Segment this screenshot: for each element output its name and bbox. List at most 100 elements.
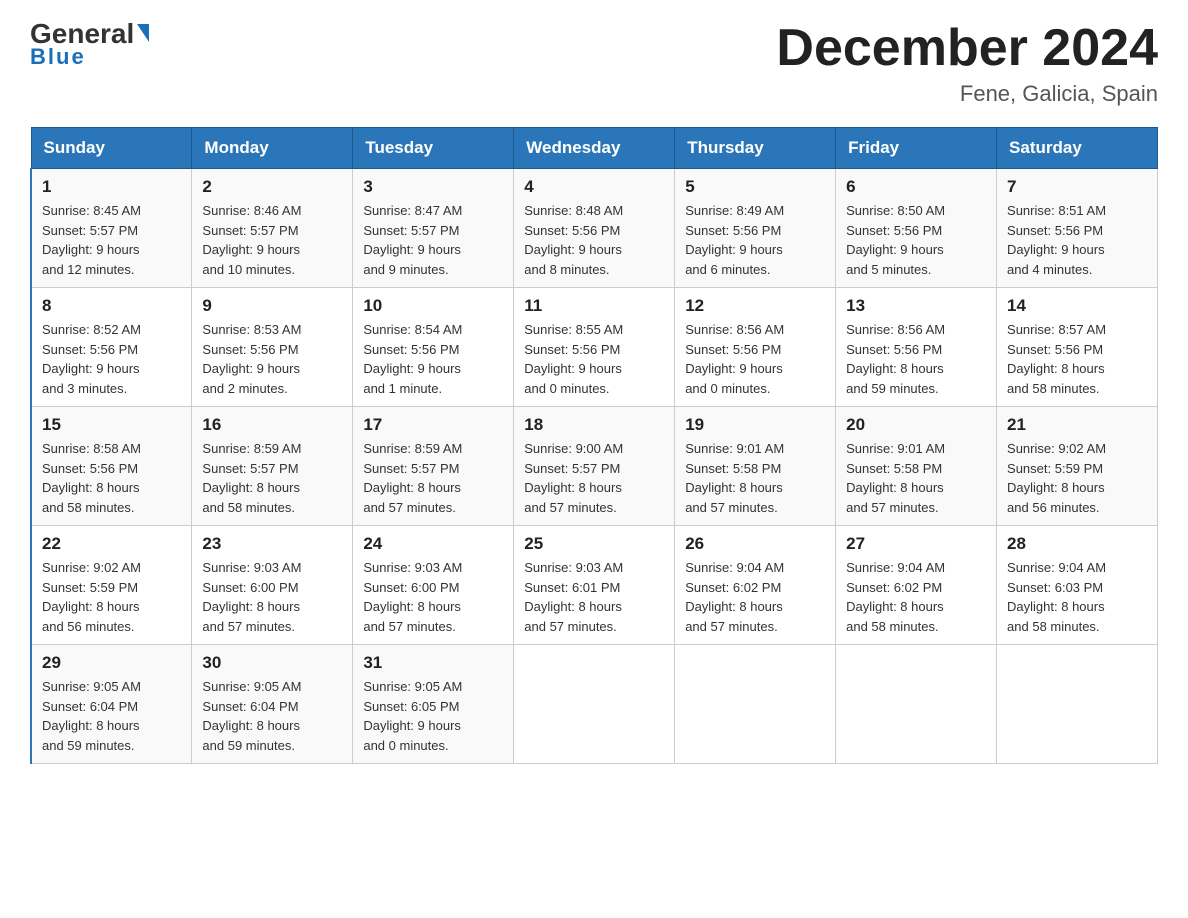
day-number: 27 [846,534,986,554]
day-number: 5 [685,177,825,197]
day-info: Sunrise: 8:56 AMSunset: 5:56 PMDaylight:… [685,320,825,398]
logo-blue: Blue [30,44,86,70]
day-info: Sunrise: 9:03 AMSunset: 6:00 PMDaylight:… [202,558,342,636]
weekday-header-wednesday: Wednesday [514,128,675,169]
day-number: 10 [363,296,503,316]
day-info: Sunrise: 9:05 AMSunset: 6:05 PMDaylight:… [363,677,503,755]
calendar-cell [997,645,1158,764]
day-info: Sunrise: 9:01 AMSunset: 5:58 PMDaylight:… [846,439,986,517]
day-number: 17 [363,415,503,435]
calendar-cell: 19 Sunrise: 9:01 AMSunset: 5:58 PMDayligh… [675,407,836,526]
day-info: Sunrise: 8:46 AMSunset: 5:57 PMDaylight:… [202,201,342,279]
day-number: 2 [202,177,342,197]
week-row-4: 22 Sunrise: 9:02 AMSunset: 5:59 PMDayligh… [31,526,1158,645]
calendar-cell: 10Sunrise: 8:54 AMSunset: 5:56 PMDayligh… [353,288,514,407]
calendar-table: SundayMondayTuesdayWednesdayThursdayFrid… [30,127,1158,764]
day-number: 28 [1007,534,1147,554]
logo-triangle-icon [137,24,149,42]
calendar-cell: 26Sunrise: 9:04 AMSunset: 6:02 PMDayligh… [675,526,836,645]
day-info: Sunrise: 8:59 AMSunset: 5:57 PMDaylight:… [202,439,342,517]
weekday-header-sunday: Sunday [31,128,192,169]
day-number: 12 [685,296,825,316]
calendar-cell: 15 Sunrise: 8:58 AMSunset: 5:56 PMDayligh… [31,407,192,526]
day-info: Sunrise: 8:49 AMSunset: 5:56 PMDaylight:… [685,201,825,279]
day-number: 21 [1007,415,1147,435]
calendar-cell: 27Sunrise: 9:04 AMSunset: 6:02 PMDayligh… [836,526,997,645]
day-number: 24 [363,534,503,554]
day-number: 11 [524,296,664,316]
day-number: 6 [846,177,986,197]
calendar-cell [675,645,836,764]
title-block: December 2024 Fene, Galicia, Spain [776,20,1158,107]
day-info: Sunrise: 8:55 AMSunset: 5:56 PMDaylight:… [524,320,664,398]
calendar-cell: 8 Sunrise: 8:52 AMSunset: 5:56 PMDaylight… [31,288,192,407]
calendar-cell: 23 Sunrise: 9:03 AMSunset: 6:00 PMDayligh… [192,526,353,645]
calendar-cell: 22 Sunrise: 9:02 AMSunset: 5:59 PMDayligh… [31,526,192,645]
day-number: 19 [685,415,825,435]
calendar-cell: 30Sunrise: 9:05 AMSunset: 6:04 PMDayligh… [192,645,353,764]
logo: General Blue [30,20,149,70]
weekday-header-row: SundayMondayTuesdayWednesdayThursdayFrid… [31,128,1158,169]
day-info: Sunrise: 8:57 AMSunset: 5:56 PMDaylight:… [1007,320,1147,398]
day-info: Sunrise: 8:45 AMSunset: 5:57 PMDaylight:… [42,201,181,279]
day-number: 29 [42,653,181,673]
day-info: Sunrise: 9:02 AMSunset: 5:59 PMDaylight:… [42,558,181,636]
day-info: Sunrise: 9:01 AMSunset: 5:58 PMDaylight:… [685,439,825,517]
weekday-header-tuesday: Tuesday [353,128,514,169]
month-title: December 2024 [776,20,1158,77]
day-info: Sunrise: 8:58 AMSunset: 5:56 PMDaylight:… [42,439,181,517]
week-row-5: 29 Sunrise: 9:05 AMSunset: 6:04 PMDayligh… [31,645,1158,764]
day-number: 7 [1007,177,1147,197]
day-info: Sunrise: 8:51 AMSunset: 5:56 PMDaylight:… [1007,201,1147,279]
day-info: Sunrise: 8:56 AMSunset: 5:56 PMDaylight:… [846,320,986,398]
week-row-3: 15 Sunrise: 8:58 AMSunset: 5:56 PMDayligh… [31,407,1158,526]
weekday-header-thursday: Thursday [675,128,836,169]
day-info: Sunrise: 9:00 AMSunset: 5:57 PMDaylight:… [524,439,664,517]
day-number: 15 [42,415,181,435]
calendar-cell: 3Sunrise: 8:47 AMSunset: 5:57 PMDaylight… [353,169,514,288]
day-info: Sunrise: 9:04 AMSunset: 6:03 PMDaylight:… [1007,558,1147,636]
page-header: General Blue December 2024 Fene, Galicia… [30,20,1158,107]
calendar-cell: 1 Sunrise: 8:45 AMSunset: 5:57 PMDaylight… [31,169,192,288]
calendar-cell [514,645,675,764]
calendar-cell: 16Sunrise: 8:59 AMSunset: 5:57 PMDayligh… [192,407,353,526]
day-info: Sunrise: 8:52 AMSunset: 5:56 PMDaylight:… [42,320,181,398]
day-number: 31 [363,653,503,673]
calendar-cell: 24 Sunrise: 9:03 AMSunset: 6:00 PMDayligh… [353,526,514,645]
day-number: 18 [524,415,664,435]
calendar-cell: 25Sunrise: 9:03 AMSunset: 6:01 PMDayligh… [514,526,675,645]
calendar-cell: 29 Sunrise: 9:05 AMSunset: 6:04 PMDayligh… [31,645,192,764]
day-info: Sunrise: 9:05 AMSunset: 6:04 PMDaylight:… [202,677,342,755]
day-number: 23 [202,534,342,554]
week-row-1: 1 Sunrise: 8:45 AMSunset: 5:57 PMDaylight… [31,169,1158,288]
calendar-cell: 6Sunrise: 8:50 AMSunset: 5:56 PMDaylight… [836,169,997,288]
day-number: 9 [202,296,342,316]
day-info: Sunrise: 9:04 AMSunset: 6:02 PMDaylight:… [685,558,825,636]
day-number: 1 [42,177,181,197]
calendar-cell: 14 Sunrise: 8:57 AMSunset: 5:56 PMDayligh… [997,288,1158,407]
day-info: Sunrise: 9:05 AMSunset: 6:04 PMDaylight:… [42,677,181,755]
calendar-cell: 31 Sunrise: 9:05 AMSunset: 6:05 PMDayligh… [353,645,514,764]
day-number: 20 [846,415,986,435]
day-info: Sunrise: 9:03 AMSunset: 6:00 PMDaylight:… [363,558,503,636]
calendar-cell: 13 Sunrise: 8:56 AMSunset: 5:56 PMDayligh… [836,288,997,407]
day-info: Sunrise: 8:59 AMSunset: 5:57 PMDaylight:… [363,439,503,517]
calendar-cell: 21 Sunrise: 9:02 AMSunset: 5:59 PMDayligh… [997,407,1158,526]
calendar-cell: 5 Sunrise: 8:49 AMSunset: 5:56 PMDaylight… [675,169,836,288]
calendar-cell: 4Sunrise: 8:48 AMSunset: 5:56 PMDaylight… [514,169,675,288]
day-number: 4 [524,177,664,197]
day-number: 13 [846,296,986,316]
day-info: Sunrise: 8:53 AMSunset: 5:56 PMDaylight:… [202,320,342,398]
week-row-2: 8 Sunrise: 8:52 AMSunset: 5:56 PMDaylight… [31,288,1158,407]
day-info: Sunrise: 9:02 AMSunset: 5:59 PMDaylight:… [1007,439,1147,517]
calendar-cell: 2 Sunrise: 8:46 AMSunset: 5:57 PMDaylight… [192,169,353,288]
weekday-header-saturday: Saturday [997,128,1158,169]
weekday-header-friday: Friday [836,128,997,169]
day-number: 14 [1007,296,1147,316]
day-info: Sunrise: 8:47 AMSunset: 5:57 PMDaylight:… [363,201,503,279]
day-number: 8 [42,296,181,316]
calendar-cell: 18 Sunrise: 9:00 AMSunset: 5:57 PMDayligh… [514,407,675,526]
calendar-cell: 9 Sunrise: 8:53 AMSunset: 5:56 PMDaylight… [192,288,353,407]
day-number: 22 [42,534,181,554]
calendar-cell: 7 Sunrise: 8:51 AMSunset: 5:56 PMDaylight… [997,169,1158,288]
